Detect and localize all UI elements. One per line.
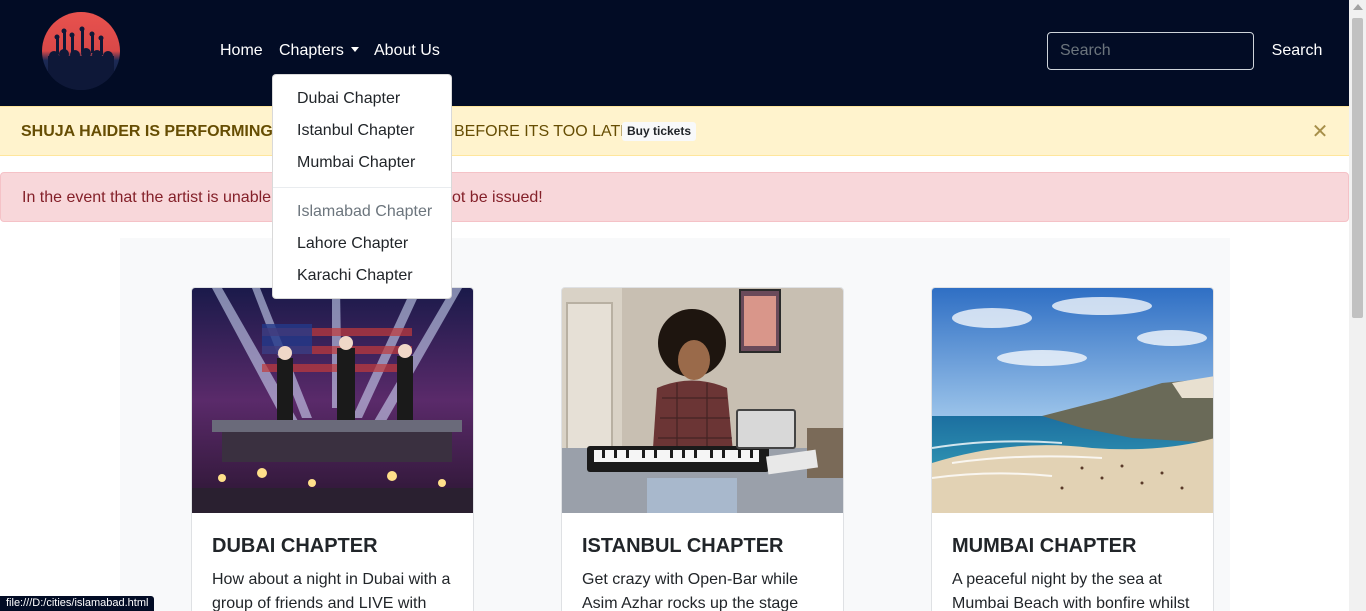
card-text: Get crazy with Open-Bar while Asim Azhar…: [582, 571, 799, 611]
dropdown-divider: [273, 187, 451, 188]
woman-playing-keyboard-photo: [562, 288, 843, 513]
rock-band-concert-photo: [192, 288, 473, 513]
card-title: ISTANBUL CHAPTER: [582, 535, 784, 557]
warning-alert-text-end: BEFORE ITS TOO LATE!!: [454, 123, 640, 140]
search-input[interactable]: [1047, 32, 1254, 70]
nav-home-link[interactable]: Home: [220, 42, 263, 60]
card-title: DUBAI CHAPTER: [212, 535, 378, 557]
nav-chapters-dropdown-toggle[interactable]: Chapters: [279, 42, 359, 60]
danger-alert-text: In the event that the artist is unable: [22, 189, 272, 206]
warning-alert-text: SHUJA HAIDER IS PERFORMING L: [21, 123, 288, 140]
beach-coastline-photo: [932, 288, 1213, 513]
close-icon[interactable]: ✕: [1311, 122, 1329, 142]
nav-chapters-label: Chapters: [279, 42, 344, 59]
dropdown-item-istanbul[interactable]: Istanbul Chapter: [297, 122, 414, 140]
dropdown-item-mumbai[interactable]: Mumbai Chapter: [297, 154, 415, 172]
scroll-up-arrow-icon[interactable]: [1353, 4, 1363, 10]
search-button[interactable]: Search: [1262, 32, 1332, 70]
concert-crowd-logo[interactable]: [42, 12, 120, 90]
card-istanbul[interactable]: ISTANBUL CHAPTER Get crazy with Open-Bar…: [561, 287, 844, 611]
card-text: How about a night in Dubai with a group …: [212, 571, 451, 611]
card-mumbai[interactable]: MUMBAI CHAPTER A peaceful night by the s…: [931, 287, 1214, 611]
navbar: Home Chapters About Us Search: [0, 0, 1349, 106]
card-title: MUMBAI CHAPTER: [952, 535, 1137, 557]
scrollbar-thumb[interactable]: [1352, 18, 1363, 318]
dropdown-item-dubai[interactable]: Dubai Chapter: [297, 90, 400, 108]
dropdown-item-islamabad: Islamabad Chapter: [297, 203, 433, 220]
dropdown-item-karachi[interactable]: Karachi Chapter: [297, 267, 413, 285]
card-dubai[interactable]: DUBAI CHAPTER How about a night in Dubai…: [191, 287, 474, 611]
danger-alert-text-end: ot be issued!: [452, 189, 543, 206]
chapters-dropdown-menu: Dubai Chapter Istanbul Chapter Mumbai Ch…: [272, 74, 452, 299]
danger-alert: In the event that the artist is unable o…: [0, 172, 1349, 222]
caret-down-icon: [350, 47, 359, 52]
buy-tickets-badge[interactable]: Buy tickets: [622, 122, 697, 141]
dropdown-item-lahore[interactable]: Lahore Chapter: [297, 235, 408, 253]
nav-about-link[interactable]: About Us: [374, 42, 440, 60]
card-text: A peaceful night by the sea at Mumbai Be…: [952, 571, 1190, 611]
link-status-bar: file:///D:/cities/islamabad.html: [0, 596, 155, 611]
